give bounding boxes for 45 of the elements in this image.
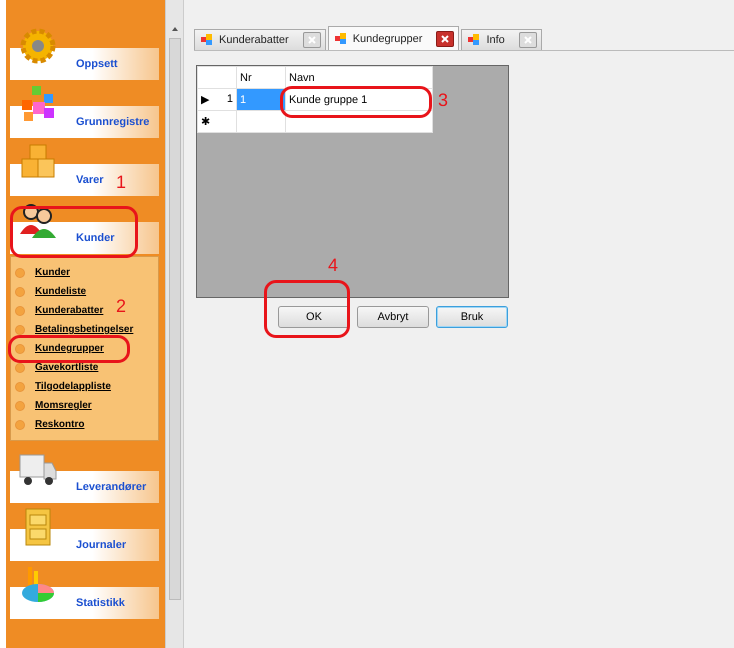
dialog-button[interactable]: Bruk [436, 306, 508, 328]
submenu-link[interactable]: Kunderabatter [35, 305, 104, 316]
bullet-icon [15, 362, 25, 372]
nav-group-button[interactable]: Oppsett [10, 26, 159, 80]
dialog-button[interactable]: OK [278, 306, 350, 328]
tab[interactable]: Kunderabatter [194, 29, 326, 50]
row-marker: ✱ [201, 115, 210, 128]
tab[interactable]: Kundegrupper [328, 26, 460, 50]
bullet-icon [15, 420, 25, 430]
column-header[interactable]: Nr [236, 66, 286, 88]
annotation-number: 1 [116, 172, 126, 193]
form-icon [334, 32, 347, 44]
submenu-link[interactable]: Kundeliste [35, 286, 86, 297]
bullet-icon [15, 382, 25, 392]
bullet-icon [15, 324, 25, 334]
row-marker: ▶ [201, 93, 209, 106]
close-icon[interactable] [436, 30, 454, 46]
submenu-link[interactable]: Reskontro [35, 419, 84, 430]
bullet-icon [15, 306, 25, 316]
submenu-link[interactable]: Gavekortliste [35, 362, 98, 373]
form-icon [468, 34, 480, 46]
scrollbar-thumb[interactable] [168, 38, 180, 600]
nav-group-button[interactable]: Journaler [10, 507, 159, 561]
gear-icon [18, 26, 58, 66]
submenu-link[interactable]: Kundegrupper [35, 343, 104, 354]
nav-group-button[interactable]: Statistikk [10, 565, 159, 619]
bullet-icon [15, 268, 25, 278]
annotation-number: 2 [116, 296, 126, 317]
bullet-icon [15, 400, 25, 410]
tab[interactable]: Info [461, 29, 542, 50]
dialog-button[interactable]: Avbryt [357, 306, 429, 328]
bullet-icon [15, 286, 25, 296]
bullet-icon [15, 344, 25, 354]
column-header[interactable]: Navn [286, 66, 432, 88]
submenu-link[interactable]: Kunder [35, 267, 70, 278]
annotation-number: 3 [438, 90, 448, 111]
submenu-link[interactable]: Betalingsbetingelser [35, 324, 134, 335]
annotation-number: 4 [328, 255, 338, 276]
row-number: 1 [226, 93, 233, 106]
form-icon [201, 34, 213, 46]
submenu-link[interactable]: Tilgodelappliste [35, 381, 111, 392]
submenu-link[interactable]: Momsregler [35, 400, 92, 411]
splitter-bar[interactable] [165, 0, 184, 648]
table-cell: Kunde gruppe 1 [286, 88, 432, 110]
nav-group-button[interactable]: Grunnregistre [10, 84, 159, 138]
